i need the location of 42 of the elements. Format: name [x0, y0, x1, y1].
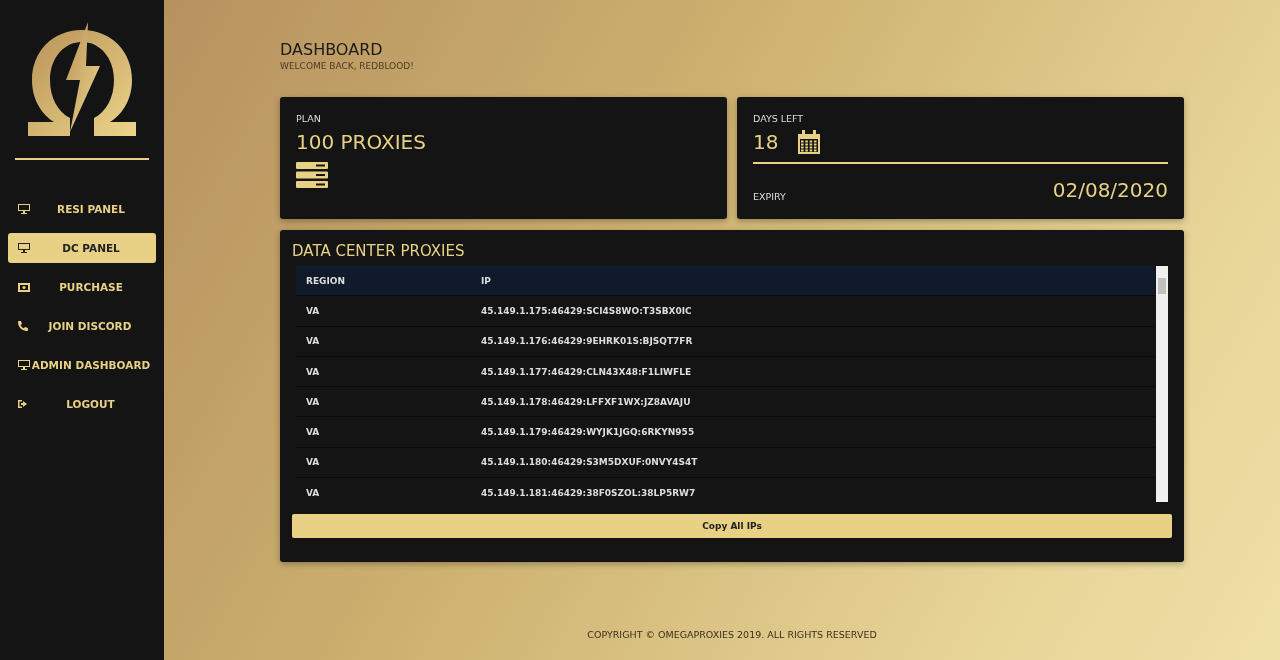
nav-item[interactable]: PURCHASE	[8, 272, 156, 302]
days-left-value: 18	[753, 130, 779, 154]
table-cell-text: 45.149.1.181:46429:38F0SZOL:38LP5RW7	[480, 487, 697, 498]
plan-value: 100 PROXIES	[296, 130, 427, 154]
money-icon	[18, 282, 30, 292]
scrollbar[interactable]	[1156, 266, 1168, 502]
expiry-date: 02/08/2020	[1052, 178, 1168, 202]
nav-item[interactable]: ADMIN DASHBOARD	[8, 350, 156, 380]
calendar-icon	[798, 130, 821, 154]
column-header: IP	[480, 275, 492, 286]
nav-item[interactable]: RESI PANEL	[8, 194, 156, 224]
welcome-text: WELCOME BACK, REDBLOOD!	[280, 61, 415, 71]
phone-icon	[18, 321, 28, 331]
table-cell-text: VA	[305, 336, 321, 347]
nav-item[interactable]: DC PANEL	[8, 233, 156, 263]
sign-out-icon	[18, 399, 29, 409]
days-left-label: DAYS LEFT	[753, 113, 805, 124]
table-cell-text: 45.149.1.177:46429:CLN43X48:F1LIWFLE	[480, 366, 693, 377]
nav-item[interactable]: LOGOUT	[8, 389, 156, 419]
table-cell-text: 45.149.1.175:46429:SCI4S8WO:T3SBX0IC	[480, 305, 693, 316]
table-cell-text: VA	[305, 427, 321, 438]
monitor-icon	[18, 204, 30, 214]
nav-item[interactable]: JOIN DISCORD	[8, 311, 156, 341]
table-cell-text: 45.149.1.180:46429:S3M5DXUF:0NVY4S4T	[480, 457, 699, 468]
panel-title: DATA CENTER PROXIES	[292, 242, 466, 260]
table-cell-text: VA	[305, 457, 321, 468]
table-cell-text: 45.149.1.176:46429:9EHRK01S:BJSQT7FR	[480, 336, 694, 347]
plan-label: PLAN	[296, 113, 322, 124]
expiry-label: EXPIRY	[753, 191, 786, 202]
table-cell-text: VA	[305, 487, 321, 498]
monitor-icon	[18, 243, 30, 253]
monitor-icon	[18, 360, 30, 370]
column-header: REGION	[305, 275, 346, 286]
table-cell-text: VA	[305, 305, 321, 316]
table-cell-text: VA	[305, 366, 321, 377]
table-cell-text: VA	[305, 396, 321, 407]
server-stack-icon	[296, 162, 328, 188]
copyright-text: COPYRIGHT © OMEGAPROXIES 2019. ALL RIGHTS RESERVED	[586, 629, 878, 640]
table-cell-text: 45.149.1.179:46429:WYJK1JGQ:6RKYN955	[480, 427, 696, 438]
page-title: DASHBOARD	[280, 40, 384, 59]
table-cell-text: 45.149.1.178:46429:LFFXF1WX:JZ8AVAJU	[480, 396, 692, 407]
copy-all-button[interactable]: Copy All IPs	[292, 514, 1172, 538]
